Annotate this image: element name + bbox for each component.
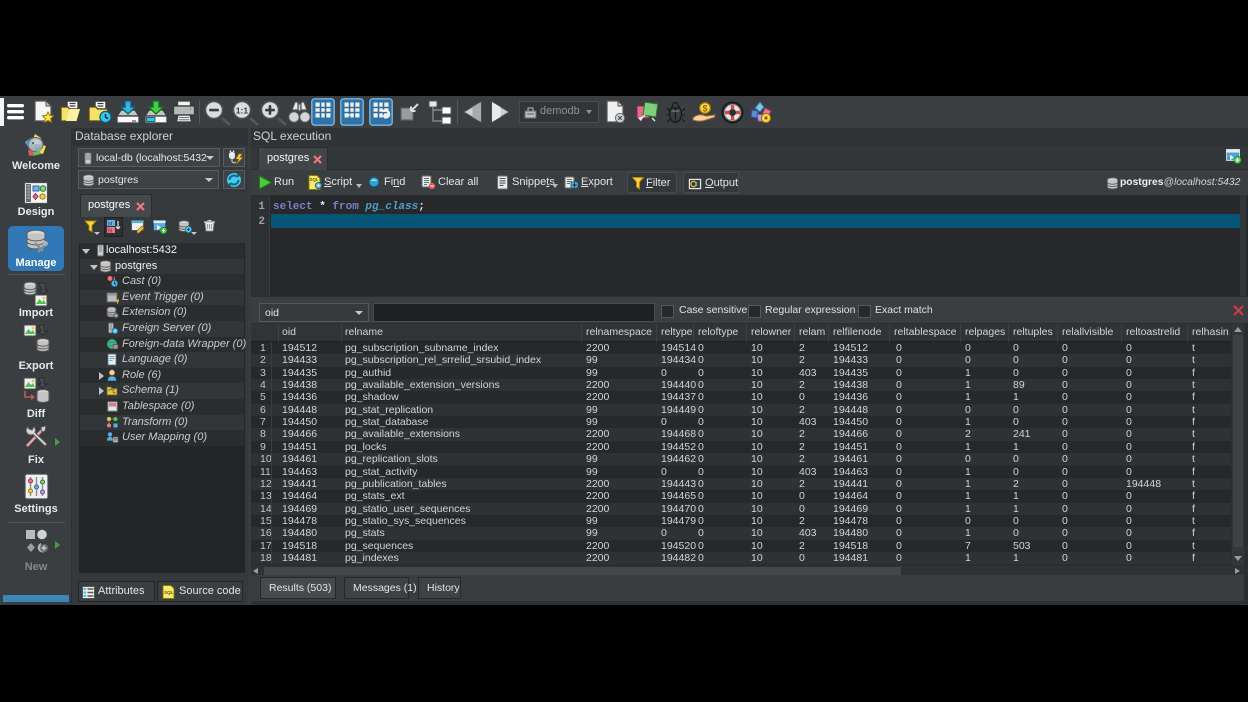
svg-text:N: N — [108, 229, 112, 233]
svg-text:1: 1 — [113, 276, 116, 281]
svg-text:SQL: SQL — [164, 590, 174, 595]
svg-text:1:1: 1:1 — [236, 105, 249, 115]
svg-text:$: $ — [702, 103, 707, 113]
svg-text:M: M — [108, 222, 113, 228]
svg-text:SQL: SQL — [310, 177, 319, 182]
